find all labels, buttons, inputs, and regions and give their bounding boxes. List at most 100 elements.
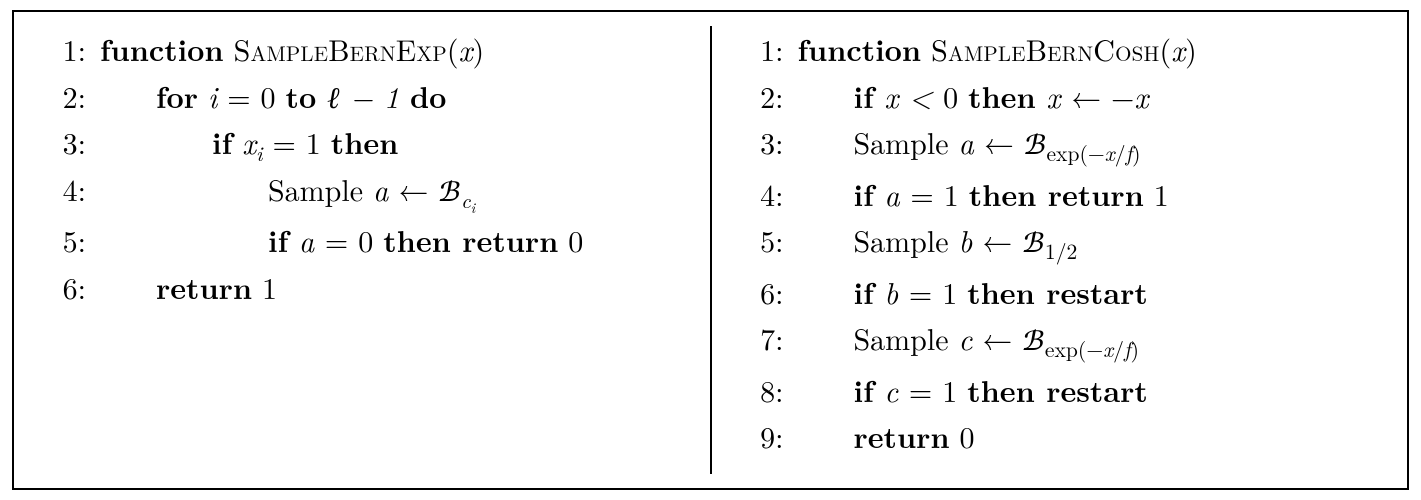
line-number: 5: — [732, 217, 798, 264]
text: 0 — [943, 74, 968, 117]
line-body: function SampleBernCosh(x) — [798, 26, 1382, 73]
keyword-then-return: then return — [383, 218, 558, 261]
left-line-4: 4: Sample a ← ℬci — [34, 166, 684, 218]
distribution-B: ℬ — [1022, 230, 1045, 260]
keyword-for: for — [156, 74, 198, 117]
line-number: 4: — [34, 166, 100, 213]
text: = 0 — [217, 74, 285, 117]
algorithm-figure: 1: function SampleBernExp(x) 2: for i = … — [0, 0, 1421, 500]
line-number: 2: — [732, 73, 798, 120]
var-b: b — [959, 218, 973, 261]
line-body: if c = 1 then restart — [798, 367, 1382, 414]
distribution-B: ℬ — [1024, 132, 1047, 162]
text: = 1 — [910, 172, 968, 215]
keyword-if: if — [854, 368, 874, 411]
right-line-5: 5: Sample b ← ℬ1/2 — [732, 217, 1382, 269]
keyword-return: return — [854, 414, 950, 457]
text: 0 — [950, 414, 975, 457]
line-body: if a = 1 then return 1 — [798, 171, 1382, 218]
right-line-7: 7: Sample c ← ℬexp(−x/f) — [732, 315, 1382, 367]
line-body: return 0 — [798, 413, 1382, 460]
line-number: 6: — [34, 264, 100, 311]
text-sample: Sample — [854, 218, 959, 261]
line-number: 3: — [732, 119, 798, 166]
right-line-3: 3: Sample a ← ℬexp(−x/f) — [732, 119, 1382, 171]
left-line-2: 2: for i = 0 to ℓ − 1 do — [34, 73, 684, 120]
arg-x: x — [1171, 27, 1185, 70]
text-sample: Sample — [854, 316, 959, 359]
var-x: x — [1036, 74, 1071, 117]
arrow-neg: ← − — [1071, 74, 1134, 117]
keyword-return: return — [156, 265, 252, 308]
line-number: 4: — [732, 171, 798, 218]
var-a: a — [288, 218, 325, 261]
var-c: c — [874, 368, 909, 411]
arrow: ← — [974, 120, 1024, 163]
left-line-3: 3: if xi = 1 then — [34, 119, 684, 166]
left-line-6: 6: return 1 — [34, 264, 684, 311]
keyword-then: then — [331, 120, 399, 163]
var-a: a — [959, 120, 974, 163]
line-body: if x < 0 then x ← −x — [798, 73, 1382, 120]
right-line-4: 4: if a = 1 then return 1 — [732, 171, 1382, 218]
keyword-then-restart: then restart — [967, 368, 1148, 411]
line-body: for i = 0 to ℓ − 1 do — [100, 73, 684, 120]
keyword-then-restart: then restart — [967, 270, 1148, 313]
line-number: 5: — [34, 217, 100, 264]
text: = 1 — [909, 368, 967, 411]
line-number: 9: — [732, 413, 798, 460]
right-line-8: 8: if c = 1 then restart — [732, 367, 1382, 414]
subscript: 1/2 — [1045, 236, 1077, 266]
var-b: b — [874, 270, 909, 313]
text: ℓ − 1 — [316, 74, 410, 117]
right-line-9: 9: return 0 — [732, 413, 1382, 460]
line-body: if xi = 1 then — [100, 119, 684, 166]
keyword-do: do — [410, 74, 446, 117]
text: = 0 — [325, 218, 383, 261]
right-line-2: 2: if x < 0 then x ← −x — [732, 73, 1382, 120]
text: 1 — [1144, 172, 1169, 215]
keyword-then: then — [968, 74, 1036, 117]
line-body: Sample c ← ℬexp(−x/f) — [798, 315, 1382, 367]
keyword-to: to — [286, 74, 317, 117]
text-sample: Sample — [268, 167, 373, 210]
text: = 1 — [262, 120, 330, 163]
text: = 1 — [909, 270, 967, 313]
right-line-1: 1: function SampleBernCosh(x) — [732, 26, 1382, 73]
right-algorithm: 1: function SampleBernCosh(x) 2: if x < … — [712, 12, 1408, 488]
text: 0 — [558, 218, 583, 261]
keyword-if: if — [854, 74, 874, 117]
keyword-if: if — [212, 120, 232, 163]
line-body: if a = 0 then return 0 — [100, 217, 684, 264]
line-number: 1: — [732, 26, 798, 73]
line-body: function SampleBernExp(x) — [100, 26, 684, 73]
line-body: Sample b ← ℬ1/2 — [798, 217, 1382, 269]
keyword-if: if — [854, 172, 874, 215]
keyword-function: function — [798, 27, 922, 70]
left-line-1: 1: function SampleBernExp(x) — [34, 26, 684, 73]
text: 1 — [252, 265, 277, 308]
right-line-6: 6: if b = 1 then restart — [732, 269, 1382, 316]
arrow: ← — [972, 316, 1022, 359]
outer-box: 1: function SampleBernExp(x) 2: for i = … — [12, 10, 1409, 490]
var-a: a — [373, 167, 388, 210]
var-x: x — [1134, 74, 1148, 117]
arrow: ← — [388, 167, 438, 210]
line-body: return 1 — [100, 264, 684, 311]
var-a: a — [874, 172, 911, 215]
line-number: 3: — [34, 119, 100, 166]
var-c: c — [959, 316, 973, 359]
line-number: 6: — [732, 269, 798, 316]
text: x < — [874, 74, 943, 117]
distribution-B: ℬ — [1022, 328, 1045, 358]
line-body: if b = 1 then restart — [798, 269, 1382, 316]
left-algorithm: 1: function SampleBernExp(x) 2: for i = … — [14, 12, 710, 488]
keyword-function: function — [100, 27, 224, 70]
arrow: ← — [972, 218, 1022, 261]
function-name: SampleBernCosh — [931, 27, 1159, 70]
line-number: 8: — [732, 367, 798, 414]
arg-x: x — [459, 27, 473, 70]
keyword-then-return: then return — [969, 172, 1144, 215]
line-body: Sample a ← ℬexp(−x/f) — [798, 119, 1382, 171]
line-body: Sample a ← ℬci — [100, 166, 684, 218]
